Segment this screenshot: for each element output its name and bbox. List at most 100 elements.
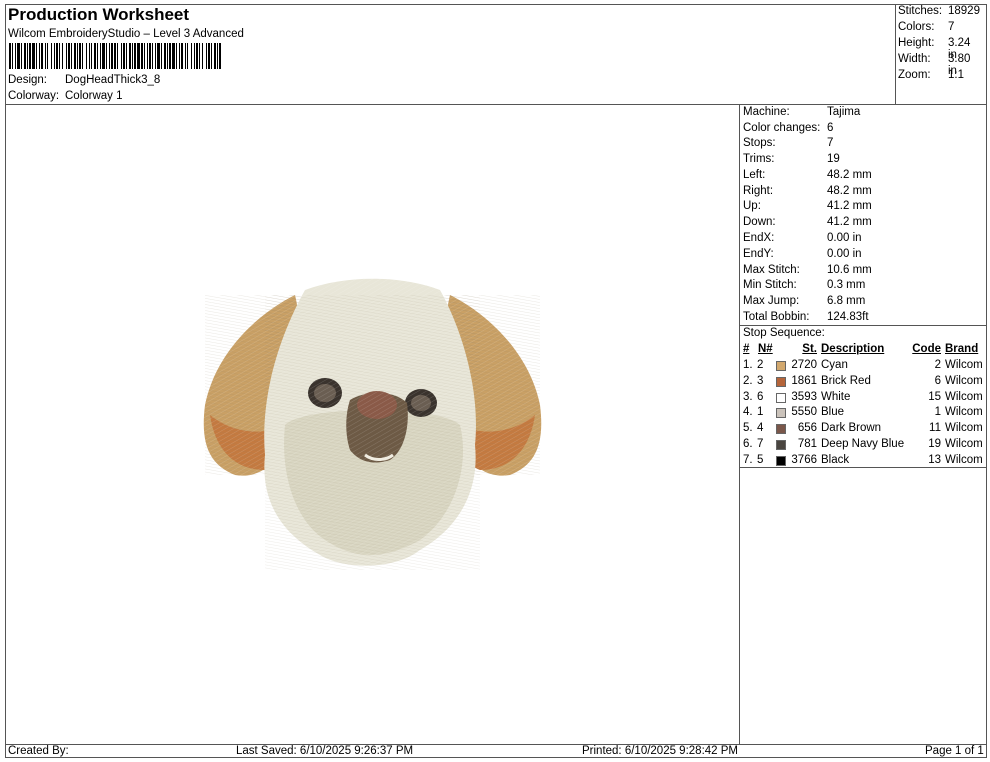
barcode-bar bbox=[47, 43, 48, 69]
barcode-bar bbox=[102, 43, 105, 69]
sequence-divider bbox=[739, 467, 987, 468]
barcode-bar bbox=[94, 43, 96, 69]
row-n: 3 bbox=[757, 374, 764, 387]
barcode-bar bbox=[51, 43, 52, 69]
barcode-bar bbox=[179, 43, 180, 69]
barcode-bar bbox=[176, 43, 177, 69]
row-brand: Wilcom bbox=[945, 406, 983, 419]
page-number: Page 1 of 1 bbox=[925, 745, 984, 757]
barcode-bar bbox=[21, 43, 22, 69]
barcode-bar bbox=[111, 43, 113, 69]
row-num: 7. bbox=[743, 453, 753, 466]
row-stitches: 5550 bbox=[791, 406, 817, 419]
barcode-bar bbox=[214, 43, 216, 69]
barcode-bar bbox=[68, 43, 70, 69]
color-swatch bbox=[776, 408, 786, 419]
row-code: 11 bbox=[929, 422, 941, 435]
row-num: 3. bbox=[743, 390, 753, 403]
col-description: Description bbox=[821, 343, 885, 355]
barcode-bar bbox=[219, 43, 221, 69]
barcode-bar bbox=[157, 43, 160, 69]
row-n: 7 bbox=[757, 438, 764, 450]
design-value: DogHeadThick3_8 bbox=[65, 74, 161, 86]
barcode-bar bbox=[141, 43, 143, 69]
color-swatch bbox=[776, 424, 786, 435]
col-num: # bbox=[743, 343, 750, 355]
barcode-bar bbox=[152, 43, 153, 69]
barcode-bar bbox=[56, 43, 58, 69]
barcode-bar bbox=[36, 43, 37, 69]
colorway-value: Colorway 1 bbox=[65, 90, 123, 102]
col-brand: Brand bbox=[945, 343, 979, 355]
barcode-bar bbox=[161, 43, 162, 69]
row-stitches: 1861 bbox=[791, 374, 817, 387]
barcode-bar bbox=[117, 43, 118, 69]
barcode-bar bbox=[32, 43, 35, 69]
col-n: N# bbox=[758, 343, 773, 355]
row-brand: Wilcom bbox=[945, 438, 983, 450]
row-stitches: 781 bbox=[797, 438, 817, 450]
row-description: White bbox=[821, 390, 851, 403]
row-brand: Wilcom bbox=[945, 390, 983, 403]
barcode-bar bbox=[74, 43, 76, 69]
row-num: 4. bbox=[743, 406, 753, 419]
panel-divider bbox=[739, 104, 740, 744]
barcode-bar bbox=[62, 43, 63, 69]
row-brand: Wilcom bbox=[945, 453, 983, 466]
header-divider bbox=[5, 104, 987, 105]
barcode-bar bbox=[181, 43, 183, 69]
barcode-bar bbox=[164, 43, 166, 69]
row-description: Brick Red bbox=[821, 374, 871, 387]
barcode-bar bbox=[59, 43, 60, 69]
barcode-bar bbox=[79, 43, 81, 69]
row-num: 5. bbox=[743, 422, 753, 435]
barcode-bar bbox=[185, 43, 186, 69]
row-description: Black bbox=[821, 453, 850, 466]
last-saved: Last Saved: 6/10/2025 9:26:37 PM bbox=[236, 745, 414, 757]
barcode-bar bbox=[172, 43, 175, 69]
row-stitches: 3593 bbox=[791, 390, 817, 403]
barcode-bar bbox=[91, 43, 92, 69]
row-description: Cyan bbox=[821, 359, 848, 371]
page-title: Production Worksheet bbox=[8, 5, 190, 24]
barcode-bar bbox=[9, 43, 11, 69]
row-num: 1. bbox=[743, 359, 753, 371]
colorway-label: Colorway: bbox=[8, 90, 60, 102]
barcode-bar bbox=[86, 43, 87, 69]
row-code: 15 bbox=[928, 390, 941, 403]
row-stitches: 656 bbox=[797, 422, 817, 435]
row-stitches: 3766 bbox=[791, 453, 817, 466]
barcode-bar bbox=[155, 43, 156, 69]
created-by: Created By: bbox=[8, 745, 69, 757]
design-label: Design: bbox=[8, 74, 47, 86]
barcode-bar bbox=[82, 43, 83, 69]
printed-date: Printed: 6/10/2025 9:28:42 PM bbox=[582, 745, 738, 757]
barcode-bar bbox=[109, 43, 110, 69]
barcode-bar bbox=[147, 43, 148, 69]
row-description: Blue bbox=[821, 406, 845, 419]
barcode-bar bbox=[196, 43, 198, 69]
row-n: 1 bbox=[757, 406, 764, 419]
row-num: 6. bbox=[743, 438, 753, 450]
barcode-bar bbox=[24, 43, 26, 69]
barcode-bar bbox=[167, 43, 168, 69]
barcode-bar bbox=[144, 43, 145, 69]
barcode-bar bbox=[114, 43, 116, 69]
barcode-bar bbox=[187, 43, 188, 69]
stop-sequence-title: Stop Sequence: bbox=[743, 327, 825, 339]
row-brand: Wilcom bbox=[945, 422, 983, 435]
barcode-bar bbox=[202, 43, 203, 69]
row-code: 2 bbox=[934, 359, 941, 371]
barcode-bar bbox=[129, 43, 131, 69]
barcode-bar bbox=[199, 43, 200, 69]
barcode-bar bbox=[15, 43, 16, 69]
stats-divider bbox=[739, 325, 987, 326]
row-code: 19 bbox=[928, 438, 941, 450]
row-code: 6 bbox=[934, 374, 941, 387]
barcode-bar bbox=[217, 43, 218, 69]
barcode-bar bbox=[12, 43, 13, 69]
color-swatch bbox=[776, 361, 786, 371]
col-st: St. bbox=[802, 343, 817, 355]
barcode-bar bbox=[54, 43, 55, 69]
barcode-bar bbox=[29, 43, 31, 69]
